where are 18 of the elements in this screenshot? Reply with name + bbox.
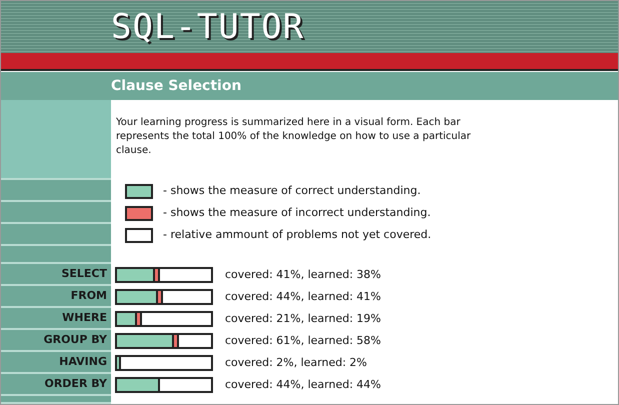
legend-text: - relative ammount of problems not yet covered. [163, 226, 432, 243]
clause-label: HAVING [59, 354, 107, 370]
clause-label: GROUP BY [44, 332, 107, 348]
progress-reading: covered: 44%, learned: 41% [225, 288, 381, 305]
app-logo: SQL-TUTOR [111, 10, 304, 44]
progress-reading: covered: 21%, learned: 19% [225, 310, 381, 327]
progress-reading: covered: 41%, learned: 38% [225, 266, 381, 283]
legend-text: - shows the measure of correct understanding. [163, 182, 421, 199]
clause-label: WHERE [62, 310, 107, 326]
legend-text: - shows the measure of incorrect understanding. [163, 204, 431, 221]
intro-text: Your learning progress is summarized here in a visual form. Each bar represents the total 100% of the knowledge on how to use a particular clause. [116, 116, 472, 158]
clause-label: ORDER BY [44, 376, 107, 392]
progress-reading: covered: 44%, learned: 44% [225, 376, 381, 393]
progress-reading: covered: 2%, learned: 2% [225, 354, 368, 371]
progress-reading: covered: 61%, learned: 58% [225, 332, 381, 349]
clause-label: FROM [70, 288, 107, 304]
clause-label: SELECT [61, 266, 107, 282]
section-title: Clause Selection [111, 76, 242, 96]
